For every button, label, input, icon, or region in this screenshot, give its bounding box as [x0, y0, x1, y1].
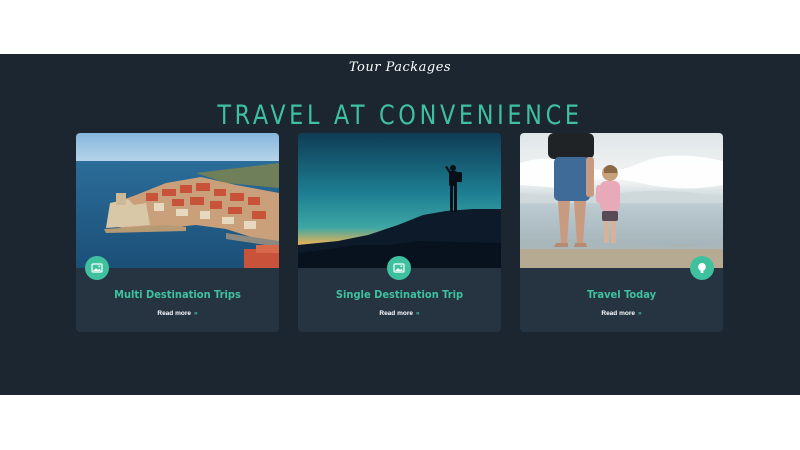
chevron-right-icon: » — [637, 310, 642, 317]
coastal-city-photo — [76, 133, 279, 268]
card-title: Single Destination Trip — [335, 288, 464, 301]
beach-family-photo — [520, 133, 723, 268]
image-icon — [85, 256, 109, 280]
chevron-right-icon: » — [193, 310, 198, 317]
chevron-right-icon: » — [415, 310, 420, 317]
package-card-single-destination[interactable]: Single Destination Trip Read more» — [298, 133, 501, 332]
read-more-link[interactable]: Read more» — [76, 310, 279, 317]
read-more-label[interactable]: Read more — [601, 310, 635, 317]
package-card-travel-today[interactable]: Travel Today Read more» — [520, 133, 723, 332]
card-title: Travel Today — [586, 288, 657, 301]
card-title: Multi Destination Trips — [114, 288, 241, 301]
image-icon — [387, 256, 411, 280]
read-more-label[interactable]: Read more — [379, 310, 413, 317]
read-more-link[interactable]: Read more» — [520, 310, 723, 317]
read-more-link[interactable]: Read more» — [298, 310, 501, 317]
read-more-label[interactable]: Read more — [157, 310, 191, 317]
section-subtitle: Tour Packages — [348, 60, 452, 75]
section-title: TRAVEL AT CONVENIENCE — [217, 100, 583, 131]
balloon-icon — [690, 256, 714, 280]
hiker-silhouette-photo — [298, 133, 501, 268]
package-card-multi-destination[interactable]: Multi Destination Trips Read more» — [76, 133, 279, 332]
